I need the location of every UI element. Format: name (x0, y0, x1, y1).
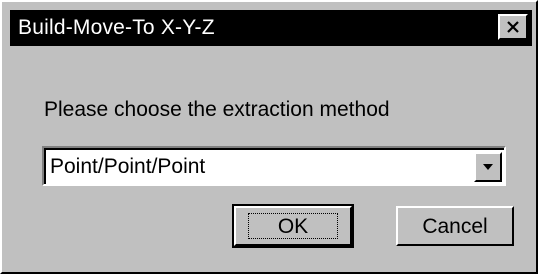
prompt-label: Please choose the extraction method (44, 98, 390, 121)
extraction-method-select[interactable]: Point/Point/Point (42, 146, 506, 186)
cancel-button-label: Cancel (422, 215, 488, 238)
cancel-button[interactable]: Cancel (396, 206, 514, 246)
ok-button-label: OK (277, 215, 309, 238)
select-value: Point/Point/Point (50, 155, 206, 178)
window-title: Build-Move-To X-Y-Z (18, 16, 215, 39)
select-field[interactable]: Point/Point/Point (44, 148, 504, 184)
extraction-method-dialog: Build-Move-To X-Y-Z Please choose the ex… (0, 0, 538, 274)
close-icon (507, 21, 519, 33)
dropdown-arrow-icon (483, 164, 493, 170)
ok-button[interactable]: OK (232, 204, 354, 248)
title-bar[interactable]: Build-Move-To X-Y-Z (10, 10, 532, 46)
close-button[interactable] (498, 14, 528, 40)
dropdown-button[interactable] (474, 152, 502, 182)
